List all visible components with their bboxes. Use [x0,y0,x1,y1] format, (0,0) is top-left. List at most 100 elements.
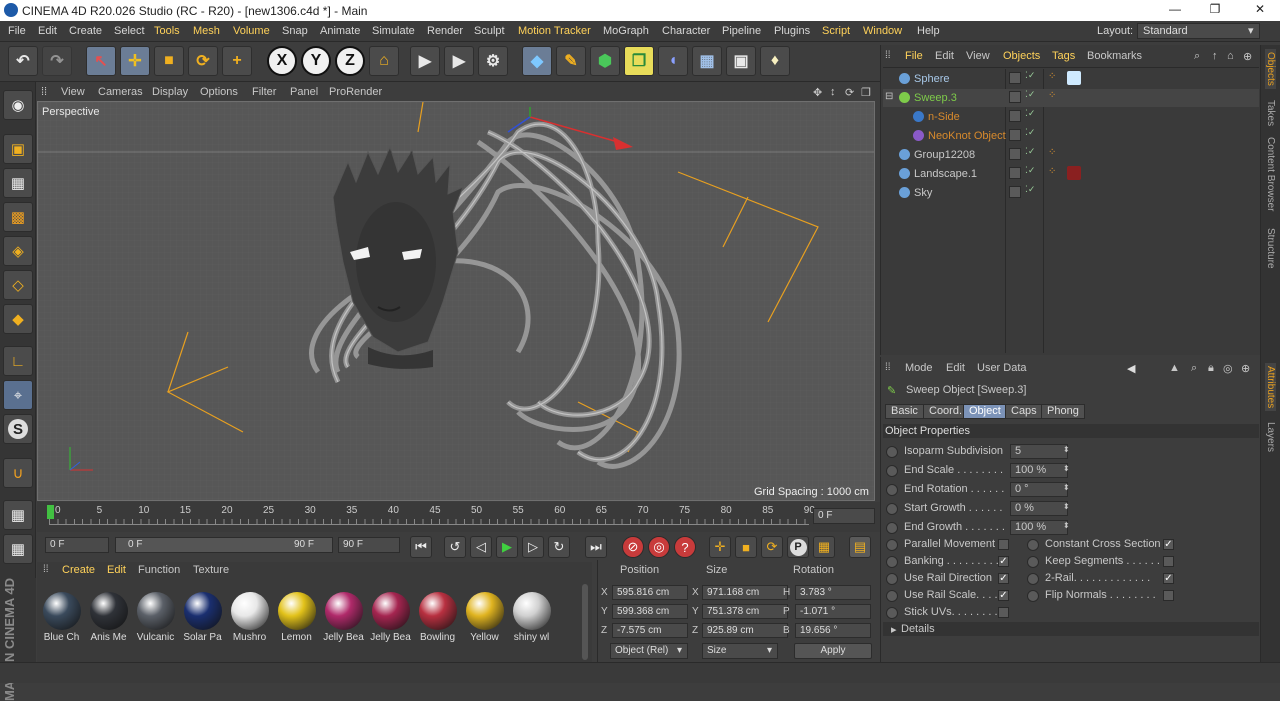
checkbox[interactable]: ✓ [998,590,1009,601]
attr-tab-caps[interactable]: Caps [1005,404,1043,419]
viewport-menu-panel[interactable]: Panel [290,86,318,98]
material-swatch[interactable]: Anis Me [86,590,131,648]
previous-key-button[interactable]: ↺ [444,536,466,558]
snap-button[interactable]: ∪ [3,458,33,488]
tweak-mode-button[interactable]: ⌖ [3,380,33,410]
stepper-icon[interactable]: ⬍ [1063,445,1070,454]
menu-plugins[interactable]: Plugins [774,25,810,37]
pos-y-field[interactable]: 599.368 cm [612,604,688,619]
stepper-icon[interactable]: ⬍ [1063,502,1070,511]
subdivision-button[interactable]: ⬢ [590,46,620,76]
key-scale-button[interactable]: ■ [735,536,757,558]
animate-dot-icon[interactable] [886,503,898,515]
material-menu-function[interactable]: Function [138,564,180,576]
material-swatch[interactable]: Blue Ch [39,590,84,648]
animate-dot-icon[interactable] [886,556,898,568]
object-menu-objects[interactable]: Objects [1003,50,1040,62]
minimize-button[interactable]: — [1160,2,1190,18]
previous-frame-button[interactable]: ◁ [470,536,492,558]
key-parameter-button[interactable]: P [787,536,809,558]
key-rotation-button[interactable]: ⟳ [761,536,783,558]
workplane-grid-button[interactable]: ▦ [3,500,33,530]
scale-tool-button[interactable]: ■ [154,46,184,76]
menu-sculpt[interactable]: Sculpt [474,25,505,37]
new-window-icon[interactable]: ⊕ [1241,362,1250,375]
key-position-button[interactable]: ✛ [709,536,731,558]
object-menu-view[interactable]: View [966,50,990,62]
tag-icon[interactable]: ⁘ [1048,71,1056,82]
size-z-field[interactable]: 925.89 cm [702,623,788,638]
viewport-menu-display[interactable]: Display [152,86,188,98]
checkbox[interactable]: ✓ [1163,539,1174,550]
menu-snap[interactable]: Snap [282,25,308,37]
render-dots-icon[interactable]: ⁚✓ [1025,184,1035,195]
go-to-end-button[interactable]: ⏭ [585,536,607,558]
keyframe-selection-button[interactable]: ? [674,536,696,558]
object-row[interactable]: Sweep.3 ⁚✓ ⁘ [883,89,1259,107]
camera-button[interactable]: ▣ [726,46,756,76]
animate-dot-icon[interactable] [886,465,898,477]
animate-dot-icon[interactable] [886,522,898,534]
start-frame-field[interactable]: 0 F [45,537,109,553]
tag-icon[interactable]: ⁘ [1048,147,1056,158]
next-key-button[interactable]: ↻ [548,536,570,558]
viewport-move-icon[interactable]: ✥ [813,86,822,99]
attribute-drag-handle-icon[interactable]: ⁞⁞ [885,362,891,373]
menu-mograph[interactable]: MoGraph [603,25,649,37]
tab-objects[interactable]: Objects [1265,49,1276,89]
menu-window[interactable]: Window [863,25,902,37]
stepper-icon[interactable]: ⬍ [1063,464,1070,473]
object-row[interactable]: n-Side ⁚✓ [883,108,1259,126]
pos-x-field[interactable]: 595.816 cm [612,585,688,600]
axis-mode-button[interactable]: ∟ [3,346,33,376]
timeline-layout-button[interactable]: ▤ [849,536,871,558]
visibility-toggle-icon[interactable] [1009,110,1021,122]
attribute-value-field[interactable]: 100 % [1010,463,1068,478]
menu-help[interactable]: Help [917,25,940,37]
viewport-zoom-icon[interactable]: ↕ [830,86,836,98]
animate-dot-icon[interactable] [1027,539,1039,551]
expand-toggle-icon[interactable]: ⊟ [885,91,893,102]
pen-tool-button[interactable]: ✎ [556,46,586,76]
stepper-icon[interactable]: ⬍ [1063,483,1070,492]
viewport-menu-cameras[interactable]: Cameras [98,86,143,98]
settings-icon[interactable]: ◎ [1223,362,1233,375]
render-dots-icon[interactable]: ⁚✓ [1025,89,1035,100]
close-button[interactable]: ✕ [1245,2,1275,18]
select-tool-button[interactable]: ↖ [86,46,116,76]
attr-tab-object[interactable]: Object [963,404,1007,419]
viewport-menu-filter[interactable]: Filter [252,86,276,98]
rot-p-field[interactable]: -1.071 ° [795,604,871,619]
material-swatch[interactable]: Bowling [415,590,460,648]
cursor-pick-icon[interactable]: ▲ [1169,362,1180,374]
menu-edit[interactable]: Edit [38,25,57,37]
tab-content-browser[interactable]: Content Browser [1265,137,1276,211]
deformer-button[interactable]: ◖ [658,46,688,76]
material-menu-texture[interactable]: Texture [193,564,229,576]
checkbox[interactable] [998,539,1009,550]
menu-motion-tracker[interactable]: Motion Tracker [518,25,591,37]
size-y-field[interactable]: 751.378 cm [702,604,788,619]
animate-dot-icon[interactable] [886,607,898,619]
checkbox[interactable]: ✓ [998,556,1009,567]
checkbox[interactable]: ✓ [998,573,1009,584]
cube-button[interactable]: ◆ [522,46,552,76]
next-frame-button[interactable]: ▷ [522,536,544,558]
attr-tab-coord[interactable]: Coord. [923,404,969,419]
material-swatch[interactable]: Solar Pa [180,590,225,648]
animate-dot-icon[interactable] [1027,573,1039,585]
attribute-value-field[interactable]: 0 ° [1010,482,1068,497]
attr-tab-phong[interactable]: Phong [1041,404,1085,419]
checkbox[interactable] [1163,590,1174,601]
visibility-toggle-icon[interactable] [1009,129,1021,141]
tab-structure[interactable]: Structure [1265,228,1276,269]
material-scrollbar[interactable] [582,584,588,660]
material-swatch[interactable]: Vulcanic [133,590,178,648]
material-swatch[interactable]: Yellow [462,590,507,648]
object-row[interactable]: Group12208 ⁚✓ ⁘ [883,146,1259,164]
checkbox[interactable] [1163,556,1174,567]
attribute-value-field[interactable]: 0 % [1010,501,1068,516]
render-dots-icon[interactable]: ⁚✓ [1025,146,1035,157]
search-icon[interactable]: ⌕ [1191,362,1197,375]
layout-dropdown[interactable]: Standard ▾ [1137,23,1260,39]
